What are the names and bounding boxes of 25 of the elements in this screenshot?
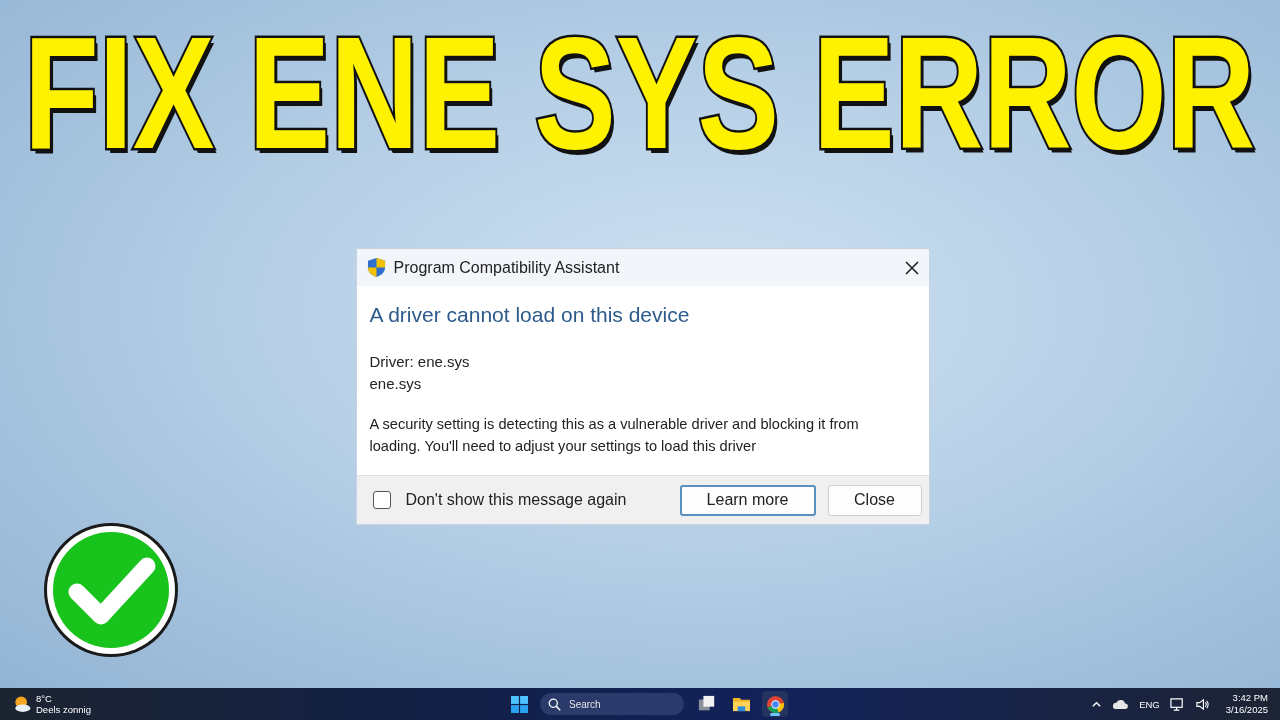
language-indicator[interactable]: ENG — [1139, 698, 1160, 710]
weather-condition: Deels zonnig — [36, 704, 91, 715]
check-badge-icon — [41, 520, 181, 660]
shield-icon — [366, 257, 386, 278]
dialog-close-button[interactable]: Close — [827, 484, 922, 516]
weather-icon[interactable] — [12, 694, 32, 714]
dialog-heading: A driver cannot load on this device — [369, 303, 691, 327]
search-placeholder: Search — [569, 698, 601, 710]
volume-icon[interactable] — [1194, 696, 1210, 712]
message-text: A security setting is detecting this as a vulnerable driver and blocking it from loading. You'll need to adjust your settings to load this driver — [369, 415, 860, 456]
checkbox[interactable] — [372, 491, 391, 509]
clock[interactable]: 3:42 PM 3/16/2025 — [1225, 692, 1268, 716]
detail-text: Driver: ene.sys — [369, 352, 471, 372]
monitor-icon[interactable] — [1169, 696, 1185, 712]
checkbox-label[interactable]: Don't show this message again — [405, 491, 627, 509]
cloud-icon[interactable] — [1112, 698, 1130, 710]
browser-icon[interactable] — [762, 691, 788, 717]
dialog-title: Program Compatibility Assistant — [393, 258, 621, 277]
learn-more-button[interactable]: Learn more — [679, 484, 816, 516]
temperature: 8°C — [36, 693, 53, 704]
detail-text: ene.sys — [369, 374, 423, 394]
start-icon[interactable] — [511, 695, 528, 713]
headline: FIX ENE SYS ERROR — [24, 13, 1256, 173]
search-field[interactable]: Search — [540, 693, 684, 715]
search-icon — [548, 697, 561, 711]
